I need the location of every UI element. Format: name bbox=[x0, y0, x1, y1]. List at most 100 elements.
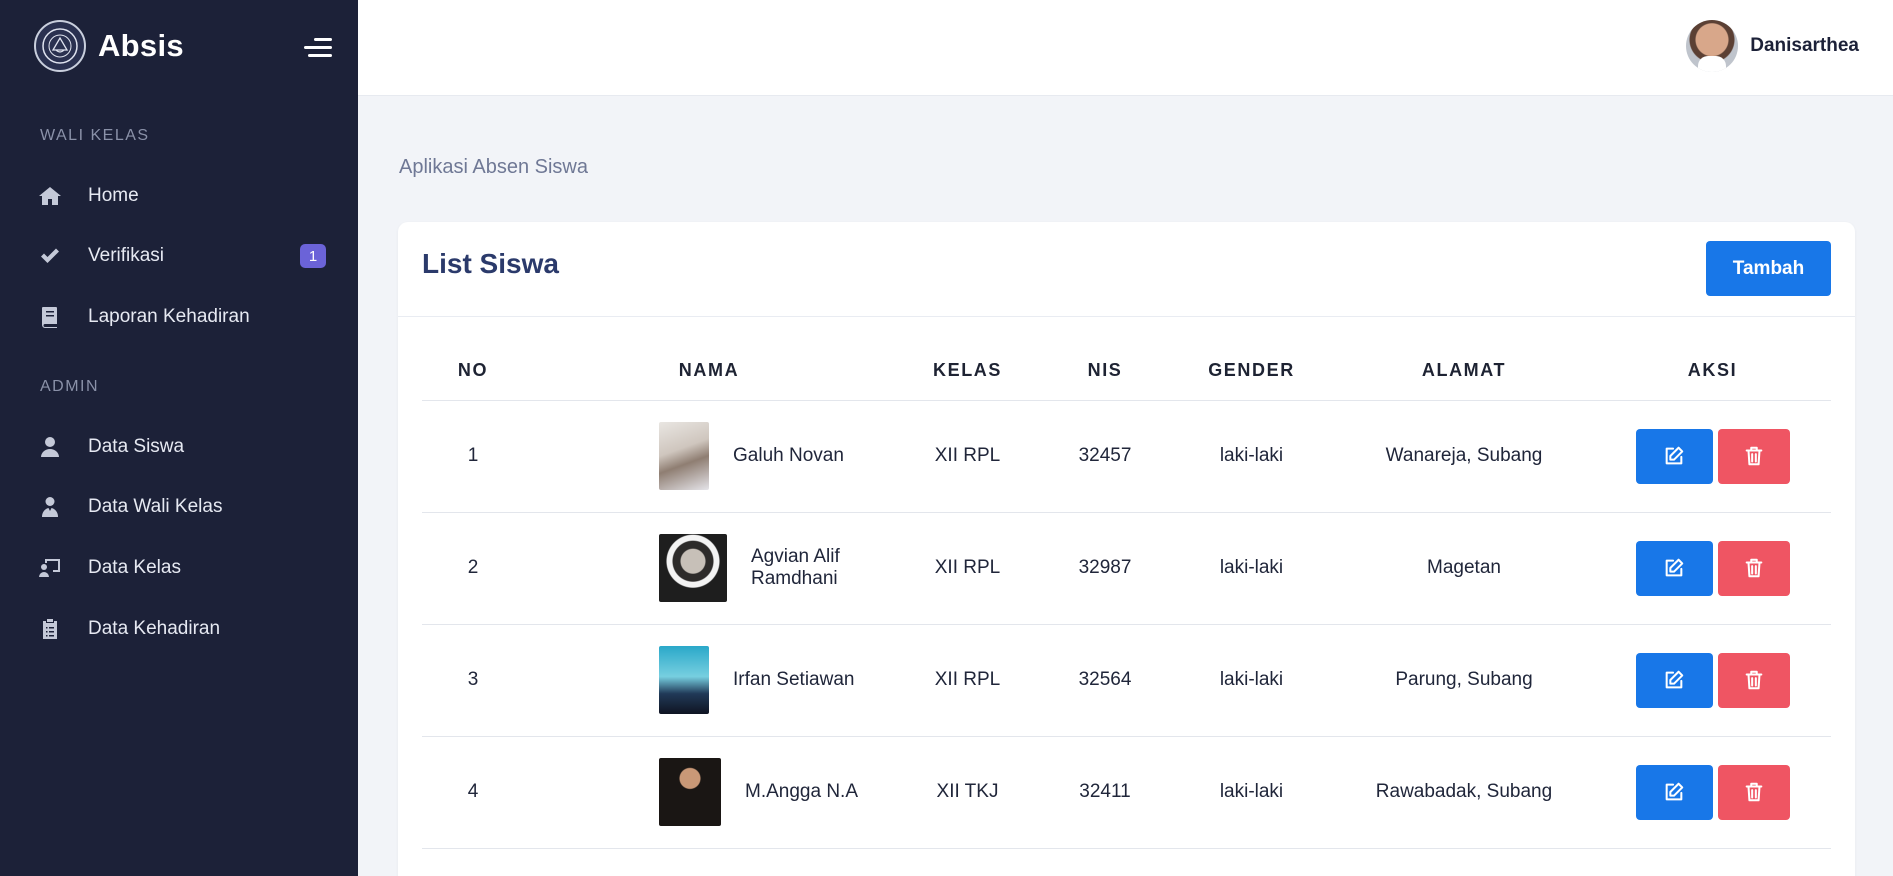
edit-icon bbox=[1665, 558, 1684, 577]
sidebar-item-data-siswa[interactable]: Data Siswa bbox=[36, 425, 326, 469]
clipboard-list-icon bbox=[36, 615, 64, 643]
trash-icon bbox=[1745, 446, 1762, 466]
cell-nama: M.Angga N.A bbox=[524, 736, 894, 849]
table-row: 3 Irfan Setiawan XII RPL 32564 laki-laki… bbox=[422, 624, 1831, 737]
sidebar-item-verifikasi[interactable]: Verifikasi 1 bbox=[36, 234, 326, 278]
column-header-alamat: ALAMAT bbox=[1334, 342, 1594, 401]
table-header-row: NO NAMA KELAS NIS GENDER ALAMAT AKSI bbox=[422, 342, 1831, 401]
cell-no: 1 bbox=[422, 400, 524, 513]
edit-icon bbox=[1665, 670, 1684, 689]
cell-kelas: XII TKJ bbox=[894, 736, 1041, 849]
user-tie-icon bbox=[36, 493, 64, 521]
sidebar-item-laporan-kehadiran[interactable]: Laporan Kehadiran bbox=[36, 295, 326, 339]
student-name: Agvian Alif Ramdhani bbox=[751, 546, 840, 589]
topbar: Danisarthea bbox=[358, 0, 1893, 96]
sidebar-item-home[interactable]: Home bbox=[36, 174, 326, 218]
student-table: NO NAMA KELAS NIS GENDER ALAMAT AKSI 1 G… bbox=[422, 342, 1831, 849]
sidebar-item-label: Data Wali Kelas bbox=[88, 496, 223, 517]
cell-gender: laki-laki bbox=[1169, 624, 1334, 737]
edit-icon bbox=[1665, 782, 1684, 801]
cell-no: 2 bbox=[422, 512, 524, 625]
cell-nis: 32457 bbox=[1041, 400, 1169, 513]
book-icon bbox=[36, 303, 64, 331]
cell-alamat: Rawabadak, Subang bbox=[1334, 736, 1594, 849]
cell-nama: Agvian Alif Ramdhani bbox=[524, 512, 894, 625]
trash-icon bbox=[1745, 670, 1762, 690]
delete-button[interactable] bbox=[1717, 652, 1790, 708]
sidebar-item-label: Data Kehadiran bbox=[88, 618, 221, 639]
delete-button[interactable] bbox=[1717, 540, 1790, 596]
cell-alamat: Magetan bbox=[1334, 512, 1594, 625]
sidebar-item-data-kelas[interactable]: Data Kelas bbox=[36, 546, 326, 590]
cell-aksi bbox=[1594, 512, 1831, 625]
table-row: 4 M.Angga N.A XII TKJ 32411 laki-laki Ra… bbox=[422, 736, 1831, 849]
sidebar-item-label: Data Siswa bbox=[88, 436, 185, 457]
cell-kelas: XII RPL bbox=[894, 512, 1041, 625]
cell-aksi bbox=[1594, 624, 1831, 737]
cell-nis: 32411 bbox=[1041, 736, 1169, 849]
cell-nama: Galuh Novan bbox=[524, 400, 894, 513]
notification-badge: 1 bbox=[300, 244, 326, 268]
table-row: 2 Agvian Alif Ramdhani XII RPL 32987 lak… bbox=[422, 512, 1831, 625]
edit-button[interactable] bbox=[1635, 540, 1713, 596]
student-name: M.Angga N.A bbox=[745, 781, 858, 802]
sidebar-item-label: Verifikasi bbox=[88, 245, 165, 266]
student-photo bbox=[659, 534, 727, 602]
student-photo bbox=[659, 646, 709, 714]
cell-no: 4 bbox=[422, 736, 524, 849]
cell-nama: Irfan Setiawan bbox=[524, 624, 894, 737]
column-header-no: NO bbox=[422, 342, 524, 401]
cell-nis: 32564 bbox=[1041, 624, 1169, 737]
avatar bbox=[1686, 20, 1739, 72]
sidebar-item-label: Home bbox=[88, 185, 139, 206]
column-header-kelas: KELAS bbox=[894, 342, 1041, 401]
student-list-card: List Siswa Tambah NO NAMA KELAS NIS GEND… bbox=[398, 222, 1855, 876]
student-name: Galuh Novan bbox=[733, 445, 844, 466]
school-emblem-icon bbox=[34, 20, 86, 72]
check-icon bbox=[36, 242, 64, 270]
cell-gender: laki-laki bbox=[1169, 512, 1334, 625]
sidebar-item-data-wali-kelas[interactable]: Data Wali Kelas bbox=[36, 485, 326, 529]
sidebar-item-data-kehadiran[interactable]: Data Kehadiran bbox=[36, 607, 326, 651]
home-icon bbox=[36, 182, 64, 210]
cell-alamat: Wanareja, Subang bbox=[1334, 400, 1594, 513]
section-title-admin: ADMIN bbox=[40, 378, 100, 395]
student-name: Irfan Setiawan bbox=[733, 669, 855, 690]
sidebar-item-label: Laporan Kehadiran bbox=[88, 306, 250, 327]
trash-icon bbox=[1745, 558, 1762, 578]
cell-kelas: XII RPL bbox=[894, 624, 1041, 737]
cell-alamat: Parung, Subang bbox=[1334, 624, 1594, 737]
sidebar: Absis WALI KELAS Home Verifikasi 1 Lapor… bbox=[0, 0, 358, 876]
delete-button[interactable] bbox=[1717, 428, 1790, 484]
cell-nis: 32987 bbox=[1041, 512, 1169, 625]
column-header-nama: NAMA bbox=[524, 342, 894, 401]
cell-aksi bbox=[1594, 400, 1831, 513]
app-name: Absis bbox=[98, 28, 184, 63]
page-subtitle: Aplikasi Absen Siswa bbox=[399, 156, 588, 178]
edit-button[interactable] bbox=[1635, 764, 1713, 820]
card-header: List Siswa Tambah bbox=[398, 222, 1855, 317]
chalkboard-teacher-icon bbox=[36, 554, 64, 582]
user-menu[interactable]: Danisarthea bbox=[1686, 20, 1859, 72]
edit-icon bbox=[1665, 446, 1684, 465]
cell-gender: laki-laki bbox=[1169, 736, 1334, 849]
student-photo bbox=[659, 422, 709, 490]
cell-kelas: XII RPL bbox=[894, 400, 1041, 513]
cell-gender: laki-laki bbox=[1169, 400, 1334, 513]
column-header-nis: NIS bbox=[1041, 342, 1169, 401]
hamburger-icon[interactable] bbox=[302, 36, 332, 60]
edit-button[interactable] bbox=[1635, 652, 1713, 708]
delete-button[interactable] bbox=[1717, 764, 1790, 820]
student-photo bbox=[659, 758, 721, 826]
card-title: List Siswa bbox=[422, 248, 559, 279]
sidebar-item-label: Data Kelas bbox=[88, 557, 181, 578]
column-header-gender: GENDER bbox=[1169, 342, 1334, 401]
user-icon bbox=[36, 433, 64, 461]
trash-icon bbox=[1745, 782, 1762, 802]
user-name: Danisarthea bbox=[1750, 35, 1859, 56]
edit-button[interactable] bbox=[1635, 428, 1713, 484]
table-row: 1 Galuh Novan XII RPL 32457 laki-laki Wa… bbox=[422, 400, 1831, 513]
brand[interactable]: Absis bbox=[34, 20, 184, 72]
add-student-button[interactable]: Tambah bbox=[1706, 241, 1831, 296]
cell-aksi bbox=[1594, 736, 1831, 849]
